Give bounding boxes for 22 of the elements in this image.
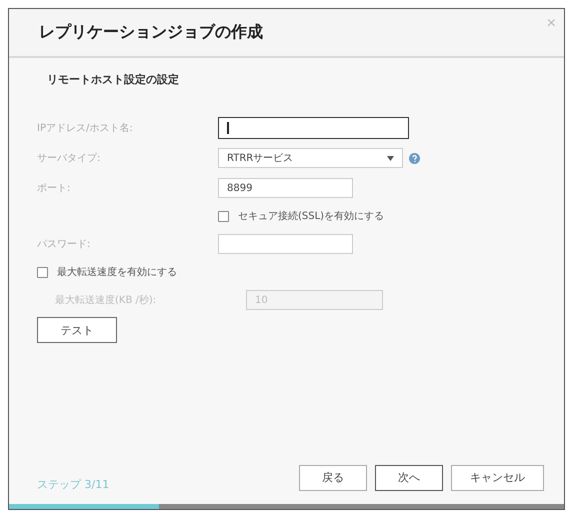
dropdown[interactable]: RTRRサービス	[218, 148, 403, 168]
back-button[interactable]: 戻る	[299, 464, 367, 490]
field-label: 最大転送速度(KB /秒):	[54, 294, 158, 307]
test-button[interactable]: テスト	[37, 317, 117, 343]
help-icon[interactable]	[409, 152, 420, 164]
checkbox-label: 最大転送速度を有効にする	[57, 266, 177, 279]
dropdown-caret-icon	[387, 156, 394, 160]
dropdown-value: RTRRサービス	[227, 152, 294, 165]
checkbox-label: セキュア接続(SSL)を有効にする	[238, 210, 384, 223]
input-field[interactable]	[218, 117, 409, 139]
next-button[interactable]: 次へ	[375, 464, 443, 490]
cancel-button[interactable]: キャンセル	[451, 464, 544, 490]
field-label: サーバタイプ:	[37, 152, 102, 165]
step-counter: ステップ 3/11	[37, 477, 110, 492]
window-title: レプリケーションジョブの作成	[39, 22, 263, 43]
input-field[interactable]: 8899	[218, 178, 353, 198]
field-label: IPアドレス/ホスト名:	[37, 122, 134, 135]
section-title: リモートホスト設定の設定	[47, 72, 179, 87]
checkbox[interactable]	[218, 210, 229, 222]
field-label: パスワード:	[37, 238, 92, 251]
field-label: ポート:	[37, 182, 72, 195]
checkbox[interactable]	[37, 266, 48, 278]
